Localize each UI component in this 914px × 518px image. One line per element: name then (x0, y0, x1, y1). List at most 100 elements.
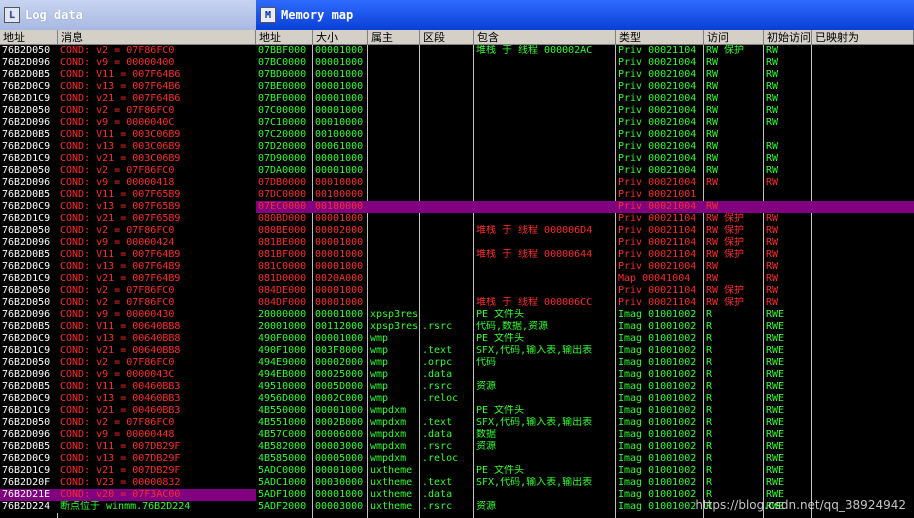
memory-block-row[interactable]: 494E9000 00002000 wmp .orpc 代码 Imag 01001002 R… (256, 357, 914, 369)
log-col-message[interactable]: 消息 (58, 30, 256, 45)
memory-block-row[interactable]: 07C00000 00001000 Priv 00021004 RW RW (256, 105, 914, 117)
memory-block-row[interactable]: 20001000 00112000 xpsp3res .rsrc 代码,数据,资源 Ima… (256, 321, 914, 333)
log-address: 76B2D0B5 (0, 189, 58, 201)
log-row[interactable]: 76B2D0B5 COND: V11 = 007F65B9 (0, 189, 256, 201)
log-row[interactable]: 76B2D096 COND: v9 = 00000400 (0, 57, 256, 69)
mem-col-address[interactable]: 地址 (256, 30, 313, 45)
log-row[interactable]: 76B2D050 COND: v2 = 07F86FC0 (0, 45, 256, 57)
log-row[interactable]: 76B2D0C9 COND: v13 = 007DB29F (0, 453, 256, 465)
log-row[interactable]: 76B2D050 COND: v2 = 07F86FC0 (0, 225, 256, 237)
mem-address: 07BF0000 (258, 93, 307, 104)
memory-block-row[interactable]: 490F1000 003F8000 wmp .text SFX,代码,输入表,输出表 Im… (256, 345, 914, 357)
mem-col-size[interactable]: 大小 (313, 30, 368, 45)
mem-mapped-as (812, 249, 914, 261)
memory-block-row[interactable]: 20000000 00001000 xpsp3res PE 文件头 Imag 01001… (256, 309, 914, 321)
mem-mapped-as (812, 465, 914, 477)
log-row[interactable]: 76B2D1C9 COND: v21 = 007F64B6 (0, 93, 256, 105)
memory-block-row[interactable]: 49510000 0005D000 wmp .rsrc 资源 Imag 01001002 R… (256, 381, 914, 393)
memory-block-row[interactable]: 4956D000 0002C000 wmp .reloc Imag 01001002 R R… (256, 393, 914, 405)
memory-map-list[interactable]: 07BBF000 00001000 堆栈 于 线程 000002AC Priv 000… (256, 45, 914, 513)
memory-block-row[interactable]: 494EB000 00025000 wmp .data Imag 01001002 R RW… (256, 369, 914, 381)
memory-block-row[interactable]: 080BE000 00002000 堆栈 于 线程 000006D4 Priv 000… (256, 225, 914, 237)
memory-block-row[interactable]: 07C20000 00100000 Priv 00021004 RW (256, 129, 914, 141)
log-row[interactable]: 76B2D0B5 COND: V11 = 007DB29F (0, 441, 256, 453)
log-row[interactable]: 76B2D1C9 COND: v21 = 007F64B9 (0, 273, 256, 285)
log-row[interactable]: 76B2D096 COND: v9 = 00000424 (0, 237, 256, 249)
mem-col-type[interactable]: 类型 (616, 30, 704, 45)
log-list[interactable]: 76B2D050 COND: v2 = 07F86FC0 76B2D096 COND:… (0, 45, 256, 513)
memory-block-row[interactable]: 4B582000 00003000 wmpdxm .rsrc 资源 Imag 010010… (256, 441, 914, 453)
log-row[interactable]: 76B2D0C9 COND: v13 = 00640BB8 (0, 333, 256, 345)
log-row[interactable]: 76B2D050 COND: v2 = 07F86FC0 (0, 297, 256, 309)
memory-block-row[interactable]: 07DC0000 00100000 Priv 00021001 (256, 189, 914, 201)
mem-access: R (706, 453, 713, 464)
memory-block-row[interactable]: 07BE0000 00001000 Priv 00021004 RW RW (256, 81, 914, 93)
log-row[interactable]: 76B2D0B5 COND: V11 = 007F64B6 (0, 69, 256, 81)
log-row[interactable]: 76B2D224 断点位于 winmm.76B2D224 (0, 501, 256, 513)
log-row[interactable]: 76B2D20F COND: V23 = 00000832 (0, 477, 256, 489)
log-row[interactable]: 76B2D0B5 COND: V11 = 00640BB8 (0, 321, 256, 333)
log-row[interactable]: 76B2D1C9 COND: v21 = 007DB29F (0, 465, 256, 477)
memory-block-row[interactable]: 07BC0000 00001000 Priv 00021004 RW RW (256, 57, 914, 69)
memory-block-row[interactable]: 07BF0000 00001000 Priv 00021004 RW RW (256, 93, 914, 105)
memory-block-row[interactable]: 07DA0000 00001000 Priv 00021004 RW RW (256, 165, 914, 177)
log-row[interactable]: 76B2D050 COND: v2 = 07F86FC0 (0, 165, 256, 177)
log-row[interactable]: 76B2D0B5 COND: V11 = 00460BB3 (0, 381, 256, 393)
log-row[interactable]: 76B2D050 COND: v2 = 07F86FC0 (0, 105, 256, 117)
memory-block-row[interactable]: 084DF000 00001000 堆栈 于 线程 000006CC Priv 000… (256, 297, 914, 309)
mem-col-mapped-as[interactable]: 已映射为 (812, 30, 914, 45)
memory-block-row[interactable]: 084DE000 00001000 Priv 00021104 RW 保护 RW (256, 285, 914, 297)
log-row[interactable]: 76B2D0C9 COND: v13 = 00460BB3 (0, 393, 256, 405)
memory-block-row[interactable]: 07BBF000 00001000 堆栈 于 线程 000002AC Priv 000… (256, 45, 914, 57)
mem-initial-access: RWE (766, 369, 785, 380)
log-row[interactable]: 76B2D0B5 COND: V11 = 007F64B9 (0, 249, 256, 261)
memory-block-row[interactable]: 5ADC1000 00030000 uxtheme .text SFX,代码,输入表,输… (256, 477, 914, 489)
log-row[interactable]: 76B2D1C9 COND: v21 = 003C06B9 (0, 153, 256, 165)
log-row[interactable]: 76B2D0C9 COND: v13 = 007F65B9 (0, 201, 256, 213)
log-message: COND: v2 = 07F86FC0 (60, 105, 175, 116)
log-row[interactable]: 76B2D1C9 COND: v21 = 00460BB3 (0, 405, 256, 417)
memory-block-row[interactable]: 081C0000 00001000 Priv 00021004 RW RW (256, 261, 914, 273)
memory-map-titlebar[interactable]: M Memory map (256, 0, 914, 30)
log-row[interactable]: 76B2D21E COND: v20 = 07F3AC00 (0, 489, 256, 501)
memory-block-row[interactable]: 4B551000 0002B000 wmpdxm .text SFX,代码,输入表,输出… (256, 417, 914, 429)
memory-block-row[interactable]: 081D0000 0020A000 Map 00041004 RW RW (256, 273, 914, 285)
log-row[interactable]: 76B2D096 COND: v9 = 00000418 (0, 177, 256, 189)
memory-block-row[interactable]: 080BD000 00001000 Priv 00021104 RW 保护 RW (256, 213, 914, 225)
log-row[interactable]: 76B2D1C9 COND: v21 = 00640BB8 (0, 345, 256, 357)
memory-block-row[interactable]: 081BE000 00001000 Priv 00021104 RW 保护 RW (256, 237, 914, 249)
memory-block-row[interactable]: 4B550000 00001000 wmpdxm PE 文件头 Imag 0100100… (256, 405, 914, 417)
log-col-address[interactable]: 地址 (0, 30, 58, 45)
memory-block-row[interactable]: 490F0000 00001000 wmp PE 文件头 Imag 01001002 R R… (256, 333, 914, 345)
mem-col-access[interactable]: 访问 (704, 30, 764, 45)
log-row[interactable]: 76B2D0C9 COND: v13 = 007F64B6 (0, 81, 256, 93)
log-row[interactable]: 76B2D0C9 COND: v13 = 007F64B9 (0, 261, 256, 273)
memory-block-row[interactable]: 4B585000 00005000 wmpdxm .reloc Imag 0100100… (256, 453, 914, 465)
log-row[interactable]: 76B2D0C9 COND: v13 = 003C06B9 (0, 141, 256, 153)
mem-col-owner[interactable]: 属主 (368, 30, 420, 45)
log-row[interactable]: 76B2D050 COND: v2 = 07F86FC0 (0, 285, 256, 297)
memory-block-row[interactable]: 07BD0000 00001000 Priv 00021004 RW RW (256, 69, 914, 81)
log-row[interactable]: 76B2D096 COND: v9 = 00000430 (0, 309, 256, 321)
memory-block-row[interactable]: 07C10000 00010000 Priv 00021004 RW RW (256, 117, 914, 129)
log-row[interactable]: 76B2D096 COND: v9 = 00000448 (0, 429, 256, 441)
log-data-titlebar[interactable]: L Log data (0, 0, 256, 30)
log-row[interactable]: 76B2D050 COND: v2 = 07F86FC0 (0, 357, 256, 369)
log-row[interactable]: 76B2D1C9 COND: v21 = 007F65B9 (0, 213, 256, 225)
memory-block-row[interactable]: 07D20000 00061000 Priv 00021004 RW RW (256, 141, 914, 153)
memory-block-row[interactable]: 5ADC0000 00001000 uxtheme PE 文件头 Imag 010010… (256, 465, 914, 477)
memory-block-row[interactable]: 4B57C000 00006000 wmpdxm .data 数据 Imag 010010… (256, 429, 914, 441)
log-row[interactable]: 76B2D050 COND: v2 = 07F86FC0 (0, 417, 256, 429)
log-row[interactable]: 76B2D096 COND: v9 = 0000040C (0, 117, 256, 129)
log-message: COND: v9 = 00000424 (60, 237, 175, 248)
mem-col-section[interactable]: 区段 (420, 30, 474, 45)
mem-col-initial-access[interactable]: 初始访问 (764, 30, 812, 45)
memory-block-row[interactable]: 07DB0000 00010000 Priv 00021004 RW RW (256, 177, 914, 189)
memory-block-row[interactable]: 081BF000 00001000 堆栈 于 线程 00000644 Priv 000… (256, 249, 914, 261)
mem-initial-access: RWE (766, 321, 785, 332)
log-row[interactable]: 76B2D0B5 COND: V11 = 003C06B9 (0, 129, 256, 141)
memory-block-row[interactable]: 07D90000 00001000 Priv 00021004 RW RW (256, 153, 914, 165)
log-row[interactable]: 76B2D096 COND: v9 = 0000043C (0, 369, 256, 381)
memory-block-row[interactable]: 07EC0000 00180000 Priv 00021004 RW (256, 201, 914, 213)
mem-col-contains[interactable]: 包含 (474, 30, 616, 45)
